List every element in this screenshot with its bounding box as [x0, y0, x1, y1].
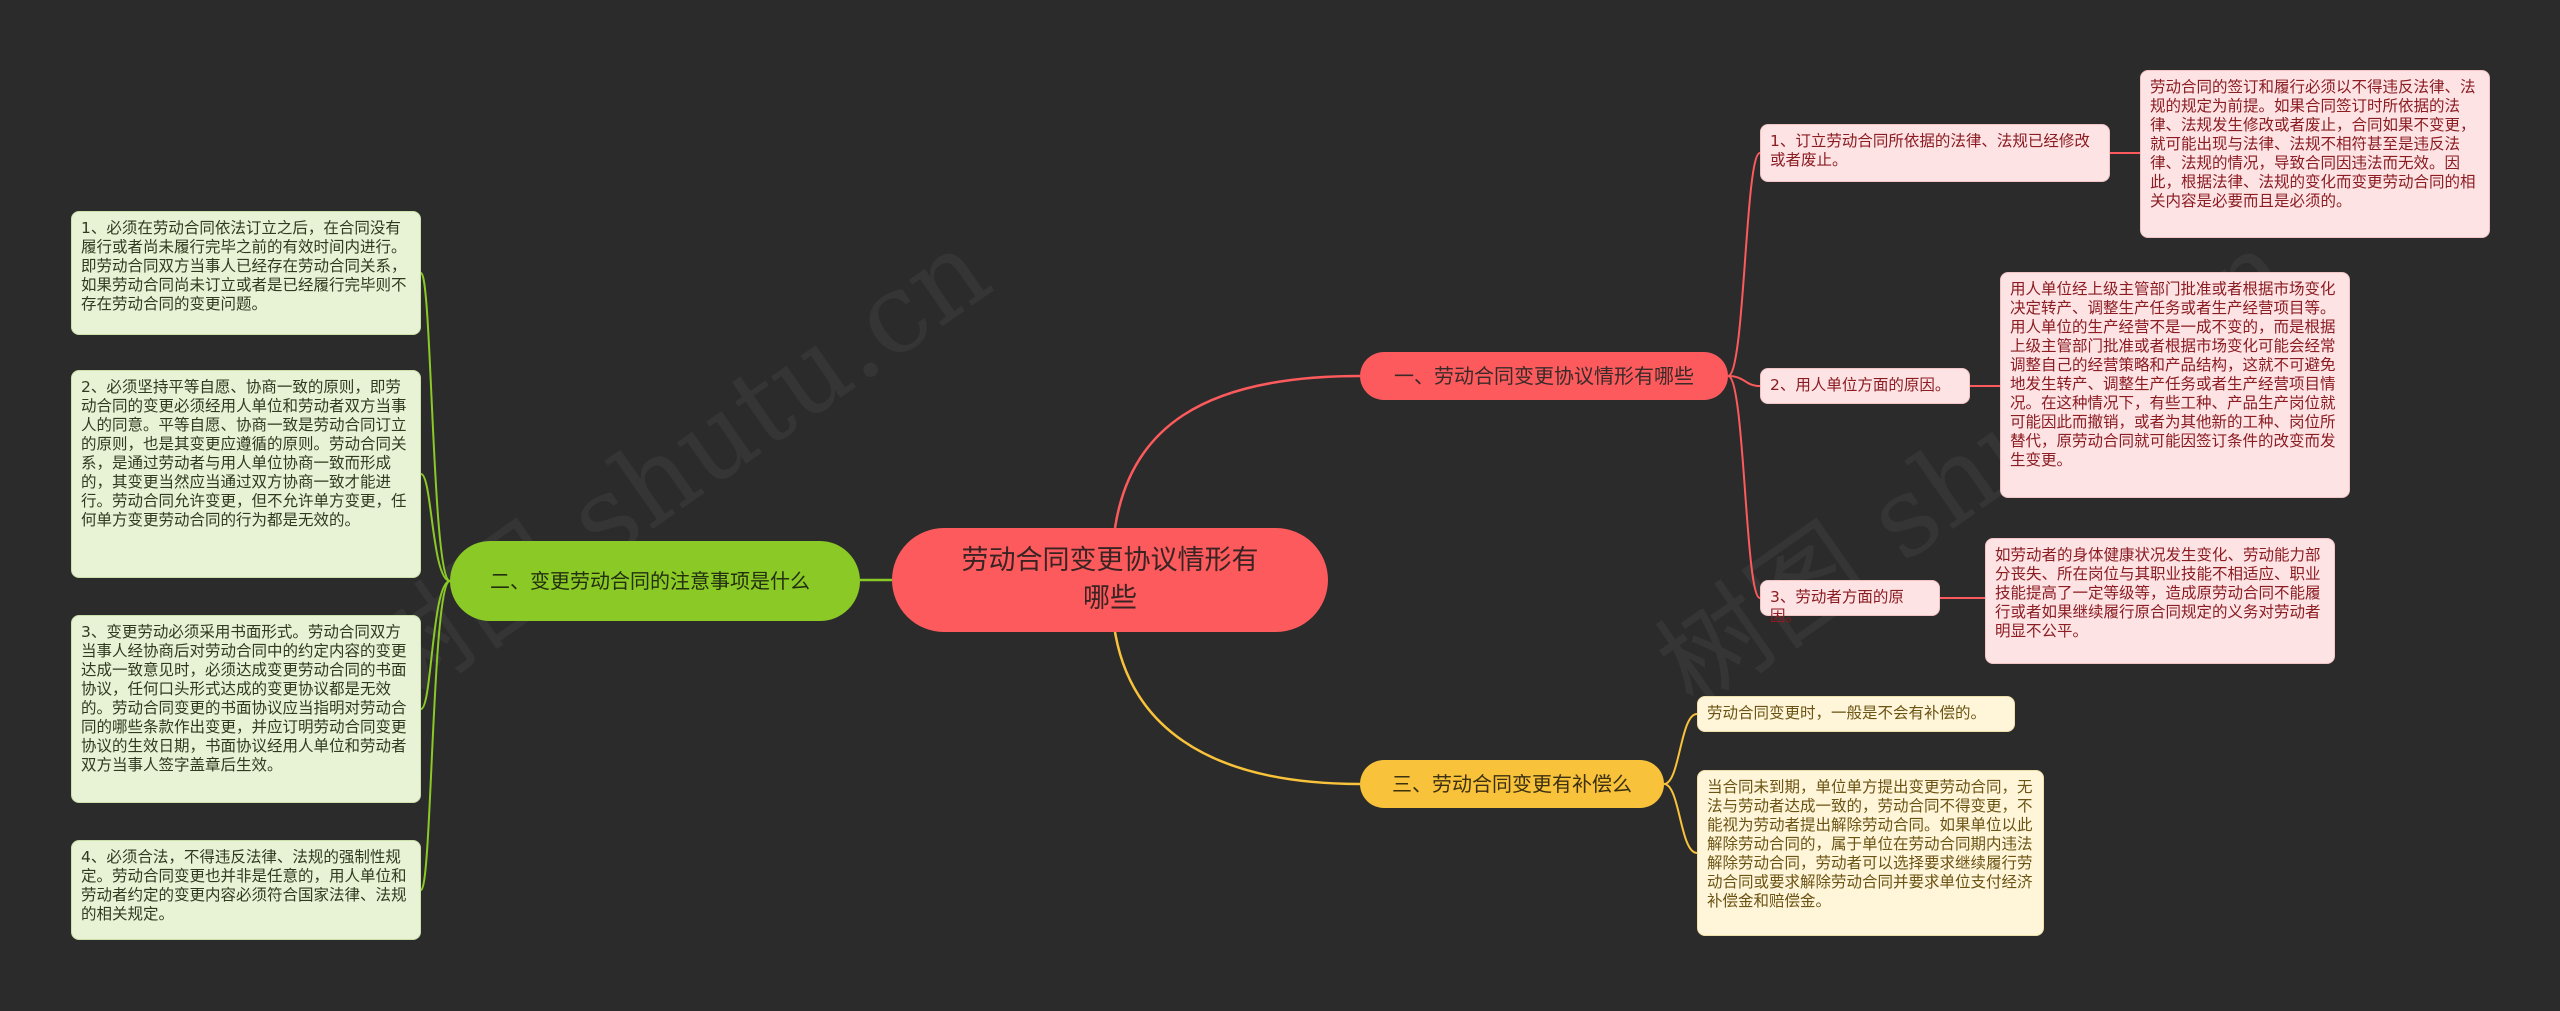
subtopic-label: 劳动合同变更时，一般是不会有补偿的。: [1707, 704, 1987, 722]
subtopic-node[interactable]: 当合同未到期，单位单方提出变更劳动合同，无法与劳动者达成一致的，劳动合同不得变更…: [1697, 770, 2044, 936]
link-b1-c1: [1727, 152, 1761, 377]
subtopic-node[interactable]: 1、订立劳动合同所依据的法律、法规已经修改或者废止。: [1760, 124, 2110, 182]
detail-text: 劳动合同的签订和履行必须以不得违反法律、法规的规定为前提。如果合同签订时所依据的…: [2150, 78, 2476, 210]
link-root-b3: [1113, 631, 1361, 786]
branch-topic-3[interactable]: 三、劳动合同变更有补偿么: [1360, 760, 1664, 808]
subtopic-label: 2、用人单位方面的原因。: [1770, 376, 1951, 394]
subtopic-node[interactable]: 3、劳动者方面的原因。: [1760, 580, 1940, 625]
branch-topic-1[interactable]: 一、劳动合同变更协议情形有哪些: [1360, 352, 1728, 400]
subtopic-node[interactable]: 2、用人单位方面的原因。: [1760, 368, 1970, 404]
link-b1-c3: [1727, 375, 1761, 599]
subtopic-label: 4、必须合法，不得违反法律、法规的强制性规定。劳动合同变更也并非是任意的，用人单…: [81, 848, 407, 923]
detail-node[interactable]: 如劳动者的身体健康状况发生变化、劳动能力部分丧失、所在岗位与其职业技能不相适应、…: [1985, 538, 2335, 664]
subtopic-node[interactable]: 4、必须合法，不得违反法律、法规的强制性规定。劳动合同变更也并非是任意的，用人单…: [71, 840, 421, 940]
branch-topic-label: 二、变更劳动合同的注意事项是什么: [490, 569, 810, 593]
subtopic-node[interactable]: 3、变更劳动必须采用书面形式。劳动合同双方当事人经协商后对劳动合同中的约定内容的…: [71, 615, 421, 803]
link-b3-c1: [1663, 713, 1698, 785]
subtopic-label: 当合同未到期，单位单方提出变更劳动合同，无法与劳动者达成一致的，劳动合同不得变更…: [1707, 778, 2033, 910]
subtopic-node[interactable]: 1、必须在劳动合同依法订立之后，在合同没有履行或者尚未履行完毕之前的有效时间内进…: [71, 211, 421, 335]
root-topic[interactable]: 劳动合同变更协议情形有哪些: [892, 528, 1328, 632]
detail-text: 如劳动者的身体健康状况发生变化、劳动能力部分丧失、所在岗位与其职业技能不相适应、…: [1995, 546, 2321, 640]
subtopic-label: 1、订立劳动合同所依据的法律、法规已经修改或者废止。: [1770, 132, 2090, 169]
subtopic-label: 3、变更劳动必须采用书面形式。劳动合同双方当事人经协商后对劳动合同中的约定内容的…: [81, 623, 407, 774]
link-b3-c2: [1663, 783, 1698, 854]
root-topic-label: 劳动合同变更协议情形有哪些: [961, 545, 1259, 614]
subtopic-label: 2、必须坚持平等自愿、协商一致的原则，即劳动合同的变更必须经用人单位和劳动者双方…: [81, 378, 407, 529]
branch-topic-label: 三、劳动合同变更有补偿么: [1392, 772, 1632, 796]
mindmap-canvas: 树图 shutu.cn 树图 shutu.cn 劳动合同变更协议情形有哪些 一、…: [0, 0, 2560, 1011]
detail-node[interactable]: 劳动合同的签订和履行必须以不得违反法律、法规的规定为前提。如果合同签订时所依据的…: [2140, 70, 2490, 238]
detail-node[interactable]: 用人单位经上级主管部门批准或者根据市场变化决定转产、调整生产任务或者生产经营项目…: [2000, 272, 2350, 498]
subtopic-node[interactable]: 劳动合同变更时，一般是不会有补偿的。: [1697, 696, 2015, 732]
detail-text: 用人单位经上级主管部门批准或者根据市场变化决定转产、调整生产任务或者生产经营项目…: [2010, 280, 2336, 469]
subtopic-label: 1、必须在劳动合同依法订立之后，在合同没有履行或者尚未履行完毕之前的有效时间内进…: [81, 219, 407, 313]
branch-topic-label: 一、劳动合同变更协议情形有哪些: [1394, 364, 1694, 388]
branch-topic-2[interactable]: 二、变更劳动合同的注意事项是什么: [450, 541, 860, 621]
link-b2-c1: [420, 272, 451, 582]
link-root-b1: [1113, 374, 1361, 529]
subtopic-node[interactable]: 2、必须坚持平等自愿、协商一致的原则，即劳动合同的变更必须经用人单位和劳动者双方…: [71, 370, 421, 578]
